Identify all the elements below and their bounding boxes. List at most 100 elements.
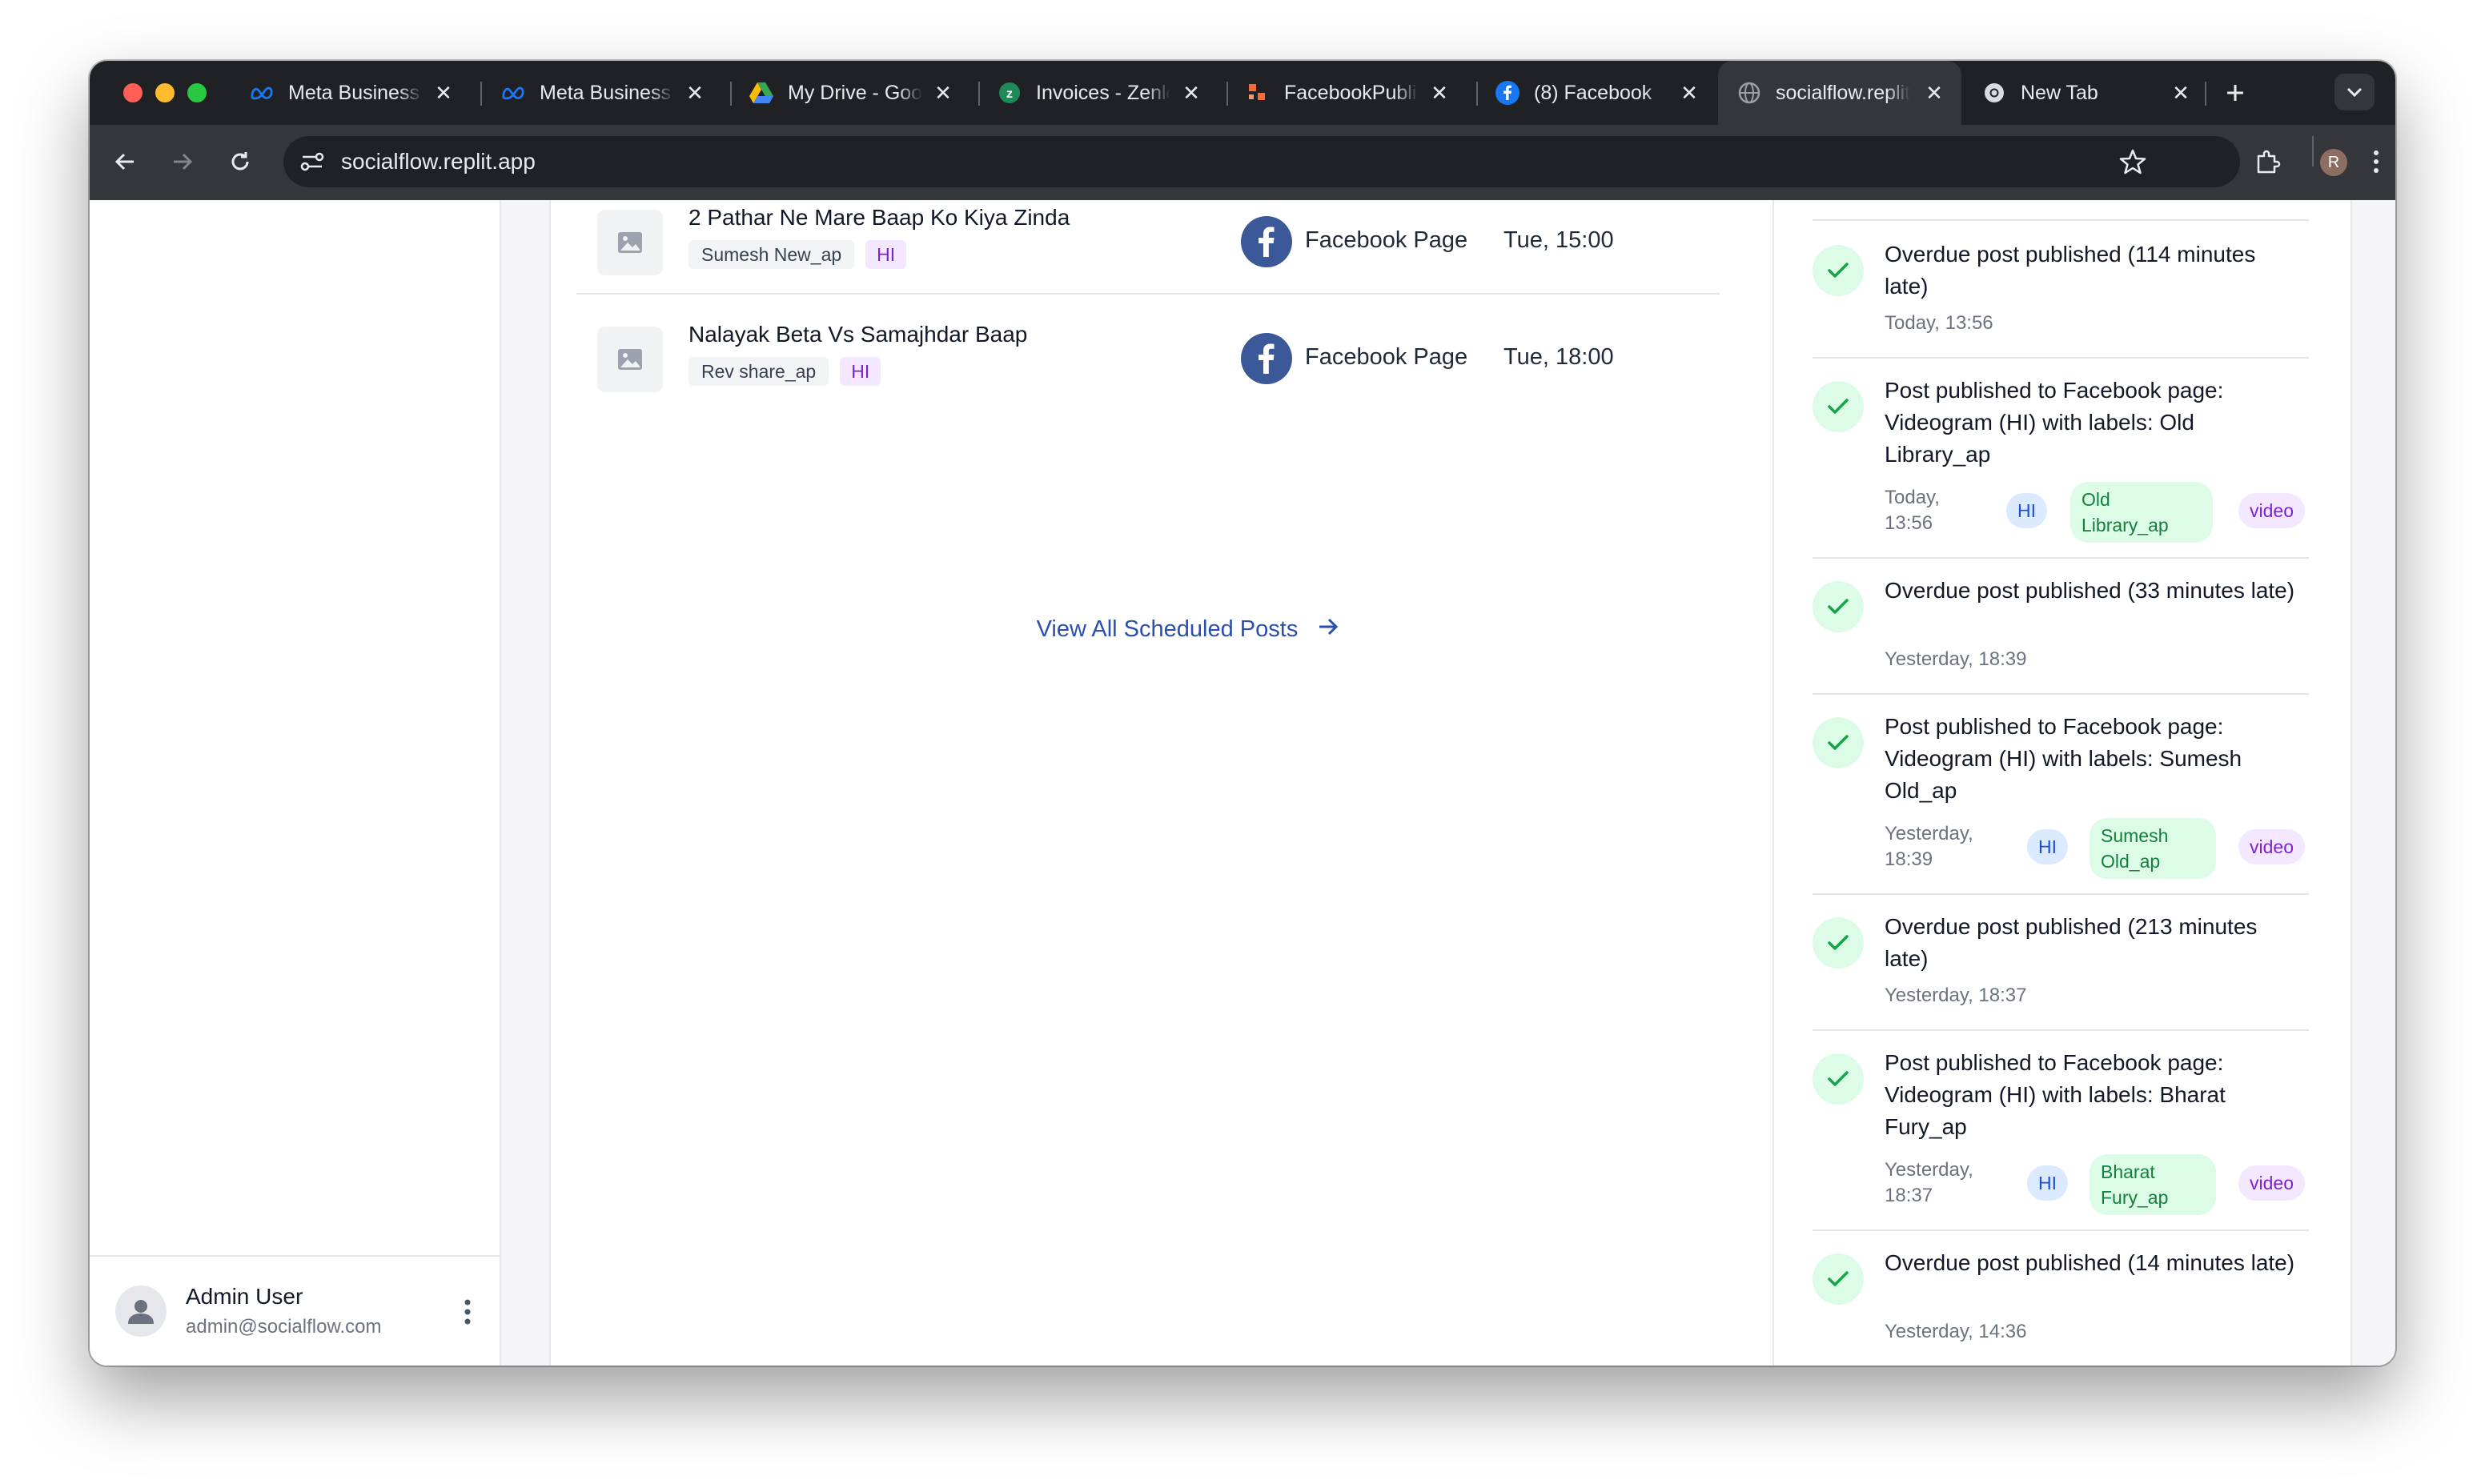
sidebar: Admin User admin@socialflow.com xyxy=(90,200,501,1366)
post-label-badge: Sumesh New_ap xyxy=(688,240,855,269)
forward-button[interactable] xyxy=(165,144,200,179)
kebab-menu-icon xyxy=(464,1299,471,1325)
post-time: Tue, 18:00 xyxy=(1503,344,1614,370)
bookmark-star-icon[interactable] xyxy=(2118,147,2147,176)
tab-meta-business-2[interactable]: Meta Business Suite ✕ xyxy=(482,61,721,125)
tab-search-button[interactable] xyxy=(2334,74,2375,110)
language-badge: HI xyxy=(840,357,881,386)
scheduled-post-row[interactable]: 2 Pathar Ne Mare Baap Ko Kiya Zinda Sume… xyxy=(576,200,1720,295)
post-title: 2 Pathar Ne Mare Baap Ko Kiya Zinda xyxy=(688,205,1070,230)
check-icon xyxy=(1813,581,1864,632)
platform-label: Facebook Page xyxy=(1305,344,1468,370)
user-email: admin@socialflow.com xyxy=(186,1316,382,1338)
avatar xyxy=(115,1285,167,1337)
tab-title: New Tab xyxy=(2021,78,2155,107)
image-icon xyxy=(618,349,642,370)
google-drive-icon xyxy=(749,82,773,104)
activity-text: Overdue post published (114 minutes late… xyxy=(1885,242,2256,299)
close-tab-icon[interactable]: ✕ xyxy=(1676,80,1702,106)
reload-button[interactable] xyxy=(223,144,258,179)
chevron-down-icon xyxy=(2346,87,2363,98)
close-tab-icon[interactable]: ✕ xyxy=(930,80,956,106)
close-tab-icon[interactable]: ✕ xyxy=(1178,80,1204,106)
type-chip: video xyxy=(2238,829,2305,864)
view-all-label: View All Scheduled Posts xyxy=(1036,616,1299,642)
scheduled-post-row[interactable]: Nalayak Beta Vs Samajhdar Baap Rev share… xyxy=(576,295,1720,411)
svg-text:z: z xyxy=(1006,87,1013,101)
tab-new-tab[interactable]: New Tab ✕ xyxy=(1963,61,2202,125)
tab-meta-business-1[interactable]: Meta Business Suite ✕ xyxy=(231,61,469,125)
tab-title: Meta Business Suite xyxy=(540,78,674,107)
tab-facebook-publisher[interactable]: FacebookPublisher ✕ xyxy=(1226,61,1465,125)
page-content: Admin User admin@socialflow.com 2 Pathar… xyxy=(90,200,2395,1366)
activity-item: Overdue post published (114 minutes late… xyxy=(1813,221,2309,359)
puzzle-icon xyxy=(2257,150,2281,174)
label-chip: Sumesh Old_ap xyxy=(2090,818,2216,879)
activity-time: Yesterday, 14:36 xyxy=(1885,1321,2027,1342)
tab-socialflow-active[interactable]: socialflow.replit.app ✕ xyxy=(1718,61,1961,125)
back-button[interactable] xyxy=(107,144,143,179)
language-badge: HI xyxy=(865,240,907,269)
tab-title: My Drive - Google Drive xyxy=(788,78,922,107)
plus-icon xyxy=(2227,85,2243,101)
user-profile[interactable]: Admin User admin@socialflow.com xyxy=(90,1255,500,1366)
tab-title: socialflow.replit.app xyxy=(1776,78,1910,107)
user-menu-button[interactable] xyxy=(461,1298,474,1326)
new-tab-button[interactable] xyxy=(2219,77,2251,109)
close-tab-icon[interactable]: ✕ xyxy=(431,80,456,106)
maximize-window-button[interactable] xyxy=(187,83,207,102)
close-tab-icon[interactable]: ✕ xyxy=(2168,80,2194,106)
close-tab-icon[interactable]: ✕ xyxy=(1921,80,1947,106)
post-time: Tue, 15:00 xyxy=(1503,227,1614,253)
scheduled-posts-card: 2 Pathar Ne Mare Baap Ko Kiya Zinda Sume… xyxy=(549,200,1827,1366)
facebook-icon xyxy=(1495,81,1520,105)
close-tab-icon[interactable]: ✕ xyxy=(682,80,708,106)
close-window-button[interactable] xyxy=(123,83,143,102)
post-thumbnail xyxy=(597,210,663,275)
tab-title: Invoices - Zenlo xyxy=(1036,78,1170,107)
minimize-window-button[interactable] xyxy=(155,83,175,102)
platform-label: Facebook Page xyxy=(1305,227,1468,253)
extensions-button[interactable] xyxy=(2250,144,2285,179)
meta-icon xyxy=(250,82,274,104)
tab-title: FacebookPublisher xyxy=(1284,78,1419,107)
site-settings-icon[interactable] xyxy=(298,147,327,176)
activity-time: Today, 13:56 xyxy=(1885,312,1993,334)
browser-menu-button[interactable] xyxy=(2359,144,2394,179)
browser-toolbar: socialflow.replit.app R xyxy=(90,125,2395,202)
app-icon xyxy=(1246,82,1270,104)
view-all-scheduled-posts-link[interactable]: View All Scheduled Posts xyxy=(551,616,1825,644)
activity-text: Overdue post published (213 minutes late… xyxy=(1885,914,2258,971)
tab-title: (8) Facebook xyxy=(1534,78,1668,107)
check-icon xyxy=(1813,1053,1864,1105)
kebab-menu-icon xyxy=(2374,150,2379,173)
arrow-right-icon xyxy=(174,153,193,170)
type-chip: video xyxy=(2238,493,2305,528)
activity-time: Yesterday, 18:39 xyxy=(1885,648,2027,670)
globe-icon xyxy=(1737,82,1761,104)
tab-my-drive[interactable]: My Drive - Google Drive ✕ xyxy=(730,61,969,125)
label-chip: Old Library_ap xyxy=(2070,482,2213,543)
close-tab-icon[interactable]: ✕ xyxy=(1427,80,1452,106)
activity-feed: Overdue post published (114 minutes late… xyxy=(1772,200,2352,1366)
check-icon xyxy=(1813,381,1864,432)
tab-strip: Meta Business Suite ✕ Meta Business Suit… xyxy=(90,61,2395,125)
activity-time: Yesterday, 18:39 xyxy=(1885,823,1973,870)
address-bar[interactable]: socialflow.replit.app xyxy=(283,136,2240,187)
tab-invoices[interactable]: z Invoices - Zenlo ✕ xyxy=(978,61,1217,125)
activity-text: Overdue post published (14 minutes late) xyxy=(1885,1250,2295,1275)
activity-text: Post published to Facebook page: Videogr… xyxy=(1885,1050,2226,1139)
activity-item: Overdue post published (33 minutes late)… xyxy=(1813,557,2309,695)
url-text: socialflow.replit.app xyxy=(341,149,536,174)
activity-text: Post published to Facebook page: Videogr… xyxy=(1885,714,2242,803)
profile-avatar[interactable]: R xyxy=(2320,149,2347,176)
activity-text: Overdue post published (33 minutes late) xyxy=(1885,578,2295,603)
facebook-icon xyxy=(1241,333,1292,384)
check-icon xyxy=(1813,245,1864,296)
check-icon xyxy=(1813,1253,1864,1305)
type-chip: video xyxy=(2238,1165,2305,1201)
meta-icon xyxy=(501,82,525,104)
language-chip: HI xyxy=(2006,493,2047,528)
tab-facebook[interactable]: (8) Facebook ✕ xyxy=(1476,61,1715,125)
check-icon xyxy=(1813,917,1864,969)
